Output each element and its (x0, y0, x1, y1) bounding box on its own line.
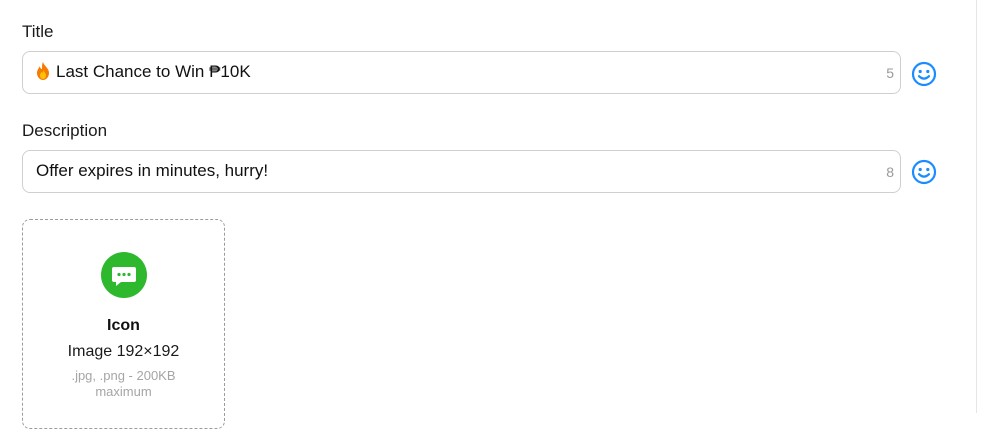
upload-hint: .jpg, .png - 200KB maximum (71, 368, 176, 399)
smiley-face-icon[interactable] (911, 159, 937, 185)
description-char-count: 8 (886, 164, 894, 180)
description-value: Offer expires in minutes, hurry! (36, 161, 269, 180)
smiley-face-icon[interactable] (911, 61, 937, 87)
icon-upload-card[interactable]: Icon Image 192×192 .jpg, .png - 200KB ma… (22, 219, 225, 429)
title-label: Title (22, 22, 54, 41)
fire-emoji-icon (37, 62, 49, 80)
description-input[interactable]: Offer expires in minutes, hurry! 8 (22, 150, 901, 193)
upload-dimensions: Image 192×192 (67, 343, 180, 360)
description-label: Description (22, 121, 108, 140)
title-value: Last Chance to Win ₱10K (56, 62, 251, 81)
title-char-count: 5 (886, 65, 894, 81)
chat-bubble-icon (101, 252, 147, 298)
upload-title: Icon (107, 317, 140, 334)
title-input-content: Last Chance to Win ₱10K (36, 62, 251, 82)
panel-divider (976, 0, 977, 413)
title-input[interactable]: Last Chance to Win ₱10K 5 (22, 51, 901, 94)
